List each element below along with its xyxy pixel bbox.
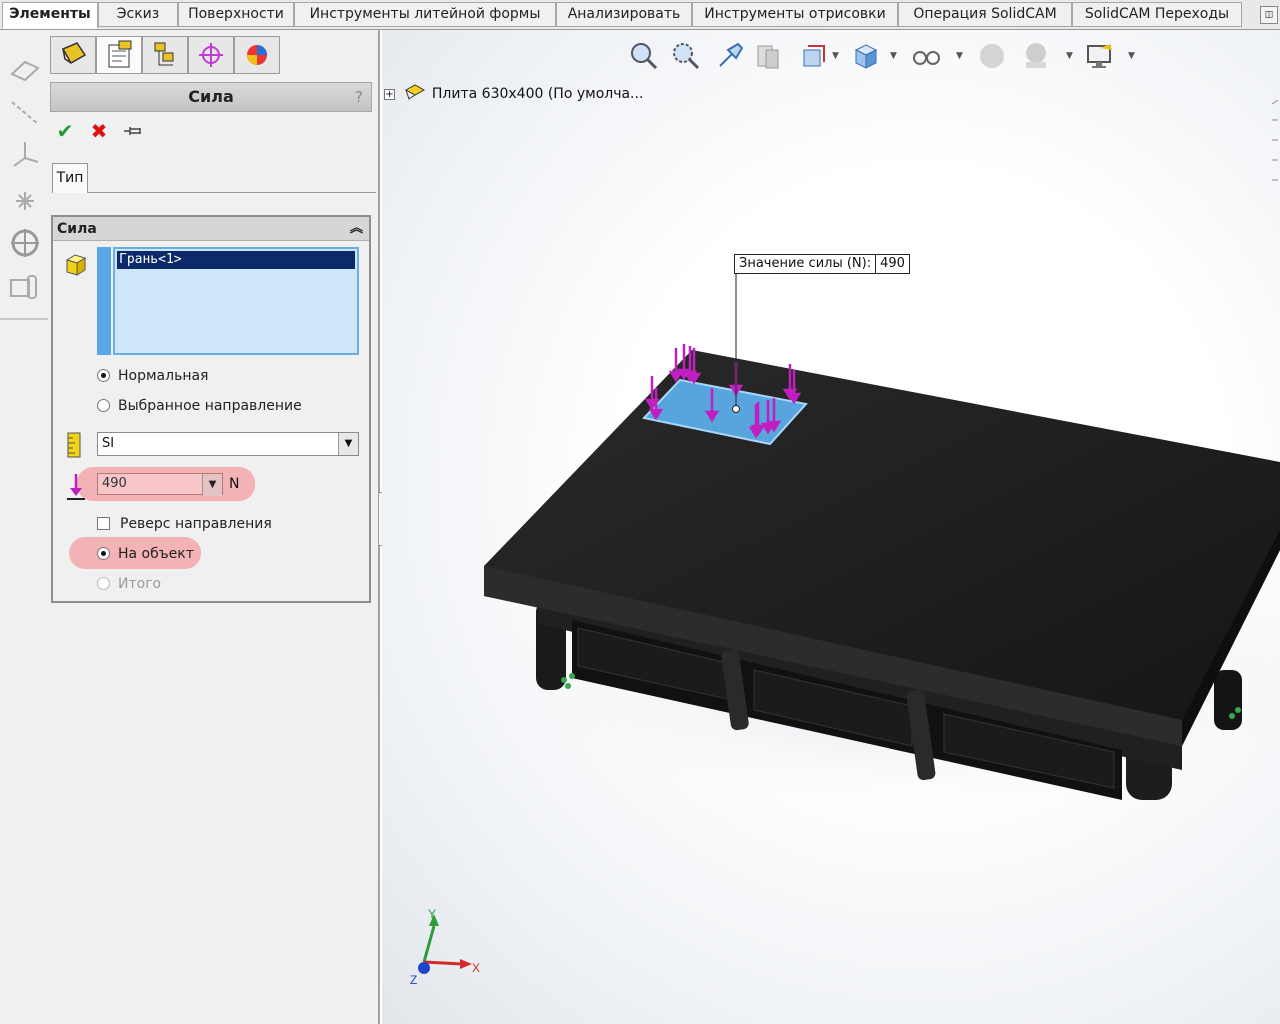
axis-icon[interactable] xyxy=(8,96,42,130)
tab-drawing-tools[interactable]: Инструменты отрисовки xyxy=(692,2,898,27)
triad-x-label: X xyxy=(472,961,480,975)
per-item-radio[interactable] xyxy=(97,547,110,560)
tab-type[interactable]: Тип xyxy=(52,163,88,193)
unit-system-select[interactable]: SI ▼ xyxy=(97,432,359,456)
ok-button[interactable]: ✔ xyxy=(52,118,78,144)
selected-direction-radio[interactable] xyxy=(97,399,110,412)
total-option: Итого xyxy=(97,573,161,595)
point-icon[interactable] xyxy=(8,184,42,218)
command-manager-tabs: Элементы Эскиз Поверхности Инструменты л… xyxy=(0,0,1280,30)
unit-system-value: SI xyxy=(102,436,115,451)
subtab-divider xyxy=(88,192,376,193)
force-value-text: 490 xyxy=(102,476,127,491)
callout-divider xyxy=(875,255,877,273)
toolbar-separator xyxy=(0,318,48,320)
normal-label: Нормальная xyxy=(118,368,209,384)
force-group: Сила ︽ Грань<1> Нормальная Выбранное нап… xyxy=(51,215,371,603)
callout-value: 490 xyxy=(880,256,905,271)
force-unit-label: N xyxy=(229,476,240,492)
property-manager: Сила ? ✔ ✖ Тип Сила ︽ Грань<1> Нормальна… xyxy=(48,30,380,1024)
selected-face-item[interactable]: Грань<1> xyxy=(117,251,355,269)
tab-configuration-manager[interactable] xyxy=(142,36,188,74)
triad-z-label: Z xyxy=(410,973,417,987)
pushpin-icon[interactable] xyxy=(120,118,146,144)
per-item-option[interactable]: На объект xyxy=(97,543,194,565)
property-manager-title: Сила ? xyxy=(50,82,372,112)
force-value-callout[interactable]: Значение силы (N): 490 xyxy=(734,254,910,274)
selection-list[interactable]: Грань<1> xyxy=(113,247,359,355)
unit-dropdown-chevron-icon[interactable]: ▼ xyxy=(338,433,358,455)
configuration-icon xyxy=(154,42,174,66)
graphics-area[interactable]: ▼ ▼ ▼ ▼ ▼ + Плита 630x400 (По умолча... … xyxy=(382,30,1280,1024)
task-pane-tab-icons[interactable] xyxy=(1270,100,1280,220)
collapse-ribbon-icon[interactable]: ◫ xyxy=(1260,6,1278,24)
selection-accent-bar xyxy=(97,247,111,355)
tab-feature-manager[interactable] xyxy=(50,36,96,74)
collapse-chevron-icon[interactable]: ︽ xyxy=(350,217,363,241)
display-manager-icon xyxy=(247,45,267,65)
left-toolbar xyxy=(0,30,48,1024)
selected-direction-label: Выбранное направление xyxy=(118,398,302,414)
coordinate-system-icon[interactable] xyxy=(8,138,42,172)
force-anchor-point xyxy=(732,405,740,413)
callout-label: Значение силы (N): xyxy=(739,256,872,271)
properties-icon xyxy=(108,40,132,68)
ruler-icon xyxy=(67,432,81,458)
per-item-label: На объект xyxy=(118,546,194,562)
tab-dimxpert-manager[interactable] xyxy=(188,36,234,74)
tab-solidcam-operation[interactable]: Операция SolidCAM xyxy=(898,2,1072,27)
force-group-header[interactable]: Сила ︽ xyxy=(53,217,369,241)
title-text: Сила xyxy=(188,87,234,106)
tab-display-manager[interactable] xyxy=(234,36,280,74)
plane-icon[interactable] xyxy=(8,54,42,88)
tab-evaluate[interactable]: Анализировать xyxy=(556,2,692,27)
face-selection-icon xyxy=(65,254,87,276)
total-label: Итого xyxy=(118,576,162,592)
tab-surfaces[interactable]: Поверхности xyxy=(178,2,294,27)
tab-solidcam-transitions[interactable]: SolidCAM Переходы xyxy=(1072,2,1242,27)
reference-triad: Y X Z xyxy=(410,907,480,987)
help-icon[interactable]: ? xyxy=(355,83,363,111)
cancel-button[interactable]: ✖ xyxy=(86,118,112,144)
force-arrow-icon xyxy=(67,474,85,500)
tab-property-manager[interactable] xyxy=(96,36,142,74)
dimxpert-icon xyxy=(199,43,223,67)
group-title: Сила xyxy=(57,221,97,237)
tab-mold-tools[interactable]: Инструменты литейной формы xyxy=(294,2,556,27)
action-buttons: ✔ ✖ xyxy=(52,118,172,144)
triad-y-label: Y xyxy=(428,907,436,921)
tab-features[interactable]: Элементы xyxy=(2,2,98,29)
total-radio xyxy=(97,577,110,590)
model-view[interactable]: Y X Z xyxy=(382,30,1280,1024)
selected-direction-option[interactable]: Выбранное направление xyxy=(97,395,302,417)
tab-sketch[interactable]: Эскиз xyxy=(98,2,178,27)
mate-reference-icon[interactable] xyxy=(8,226,42,260)
reverse-direction-checkbox[interactable] xyxy=(97,517,110,530)
force-value-input[interactable]: 490 ▼ xyxy=(97,473,223,496)
normal-option[interactable]: Нормальная xyxy=(97,365,208,387)
normal-radio[interactable] xyxy=(97,369,110,382)
force-dropdown-chevron-icon[interactable]: ▼ xyxy=(202,474,222,496)
leg-back-right[interactable] xyxy=(1214,670,1242,730)
manager-tabs xyxy=(50,36,370,76)
bounding-box-icon[interactable] xyxy=(8,270,42,304)
reverse-direction-label: Реверс направления xyxy=(120,516,272,532)
reverse-direction-option[interactable]: Реверс направления xyxy=(97,513,272,535)
feature-tree-icon xyxy=(61,42,87,65)
